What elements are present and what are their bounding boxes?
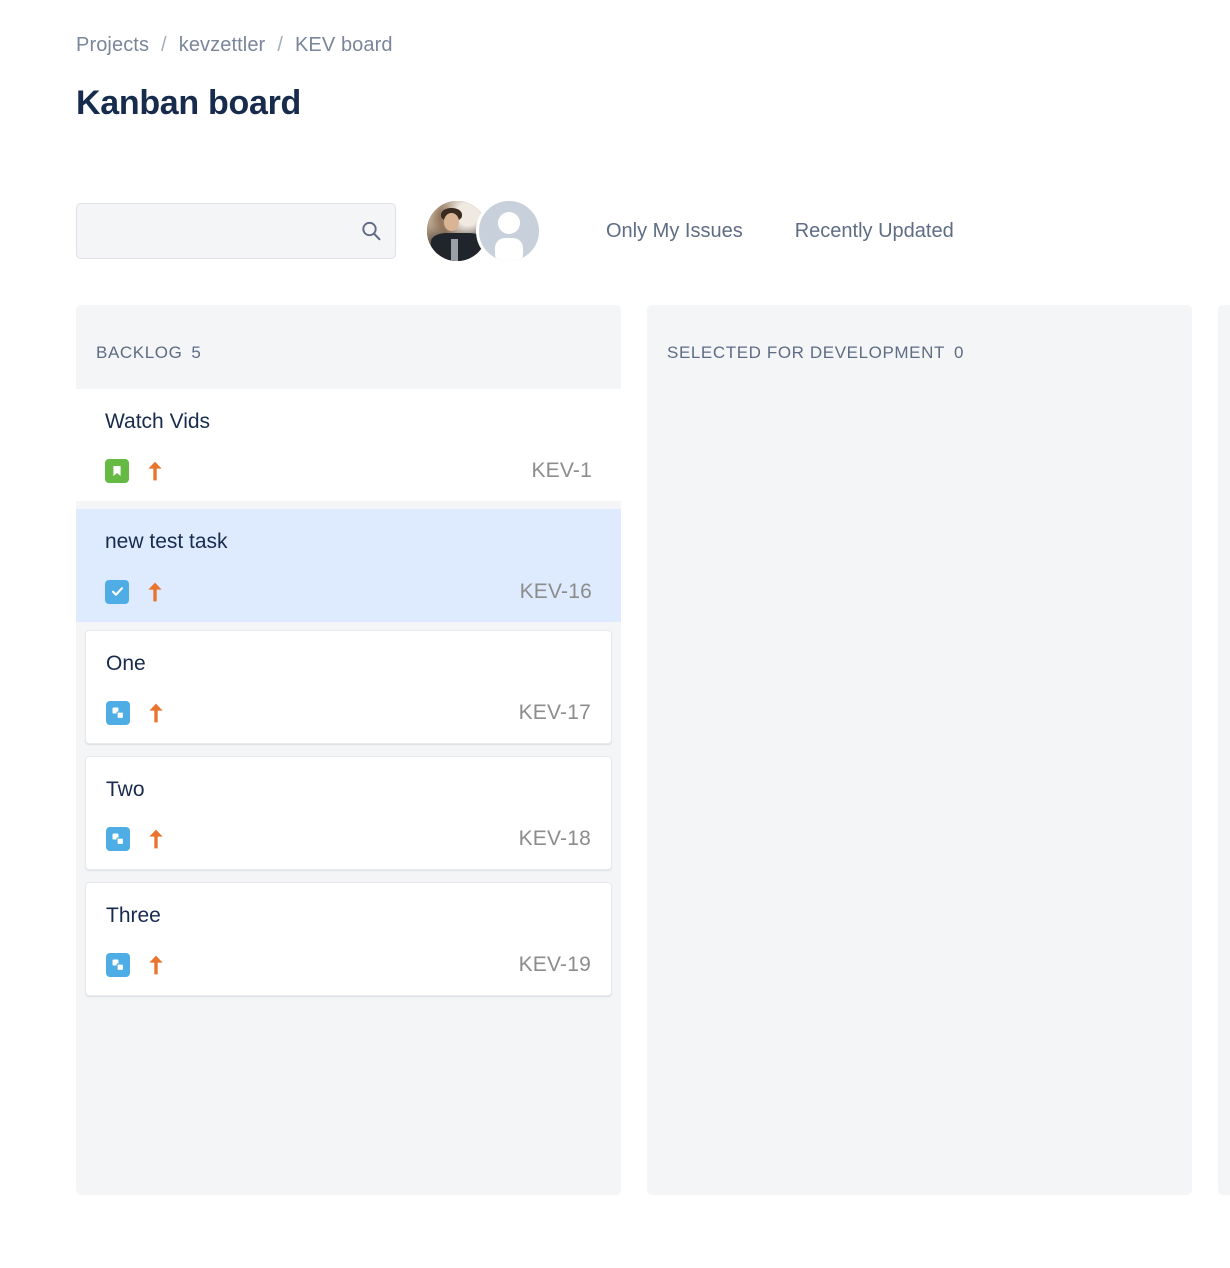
page-title: Kanban board <box>76 84 301 122</box>
issue-card-footer: KEV-18 <box>106 827 591 851</box>
filter-recently-updated[interactable]: Recently Updated <box>791 214 958 249</box>
breadcrumb-item-projects[interactable]: Projects <box>76 34 149 57</box>
breadcrumb-separator: / <box>161 34 167 56</box>
avatar-group <box>424 198 542 264</box>
board-column-backlog: BACKLOG 5 Watch Vids KEV-1 new test task… <box>76 305 621 1195</box>
issue-card-meta <box>106 700 166 725</box>
issue-card-selected[interactable]: new test task KEV-16 <box>76 509 621 622</box>
issue-card[interactable]: Three KEV-19 <box>85 882 612 997</box>
subtask-icon <box>106 700 130 725</box>
task-check-icon <box>105 579 129 604</box>
arrow-up-icon <box>146 827 166 851</box>
arrow-up-icon <box>146 701 166 725</box>
issue-card-footer: KEV-17 <box>106 700 591 725</box>
column-header-partial <box>1218 305 1230 369</box>
arrow-up-icon <box>145 459 165 483</box>
board-toolbar: Only My Issues Recently Updated <box>76 198 958 264</box>
breadcrumb-separator: / <box>277 34 283 56</box>
issue-card[interactable]: One KEV-17 <box>85 629 612 744</box>
breadcrumb-item-board[interactable]: KEV board <box>295 34 393 57</box>
issue-card-title: Watch Vids <box>105 410 211 433</box>
issue-card-title: Two <box>106 777 145 801</box>
kanban-board-page: Projects / kevzettler / KEV board Kanban… <box>0 0 1230 1268</box>
issue-card-meta <box>106 953 166 978</box>
story-bookmark-icon <box>105 459 129 484</box>
issue-card-key: KEV-19 <box>518 953 591 977</box>
board-column-selected-for-development: SELECTED FOR DEVELOPMENT 0 <box>647 305 1192 1195</box>
breadcrumb: Projects / kevzettler / KEV board <box>76 34 393 57</box>
issue-card[interactable]: Watch Vids KEV-1 <box>76 389 621 502</box>
arrow-up-icon <box>145 580 165 604</box>
issue-card-title: Three <box>106 904 161 927</box>
column-title: BACKLOG <box>96 343 183 362</box>
issue-card-key: KEV-18 <box>518 827 591 850</box>
issue-card-footer: KEV-16 <box>105 579 592 604</box>
board-columns: BACKLOG 5 Watch Vids KEV-1 new test task… <box>76 305 1230 1195</box>
column-title: SELECTED FOR DEVELOPMENT <box>667 343 945 362</box>
breadcrumb-item-project[interactable]: kevzettler <box>179 34 266 57</box>
avatar-photo-tie <box>451 239 459 261</box>
subtask-icon <box>106 827 130 851</box>
issue-card-key: KEV-1 <box>531 459 592 483</box>
column-count: 5 <box>191 343 202 362</box>
column-count: 0 <box>953 343 965 362</box>
issue-card-key: KEV-17 <box>518 700 591 724</box>
column-header-backlog: BACKLOG 5 <box>76 305 621 389</box>
issue-card-footer: KEV-19 <box>106 953 591 978</box>
search-field-wrapper <box>76 203 396 259</box>
filter-only-my-issues[interactable]: Only My Issues <box>602 214 747 249</box>
column-body-backlog: Watch Vids KEV-1 new test task KEV-16 On… <box>76 389 621 1008</box>
subtask-icon <box>106 953 130 978</box>
column-header-selected-for-development: SELECTED FOR DEVELOPMENT 0 <box>647 305 1192 389</box>
issue-card-meta <box>105 579 165 604</box>
person-icon <box>495 212 523 261</box>
issue-card-title: new test task <box>105 530 228 554</box>
issue-card-footer: KEV-1 <box>105 459 592 484</box>
issue-card-meta <box>106 827 166 851</box>
issue-card-key: KEV-16 <box>519 579 592 603</box>
issue-card[interactable]: Two KEV-18 <box>85 755 612 870</box>
arrow-up-icon <box>146 953 166 977</box>
user-default-avatar[interactable] <box>476 198 542 264</box>
search-input[interactable] <box>76 203 396 259</box>
issue-card-meta <box>105 459 165 484</box>
issue-card-title: One <box>106 651 146 675</box>
board-column-partial <box>1218 305 1230 1195</box>
